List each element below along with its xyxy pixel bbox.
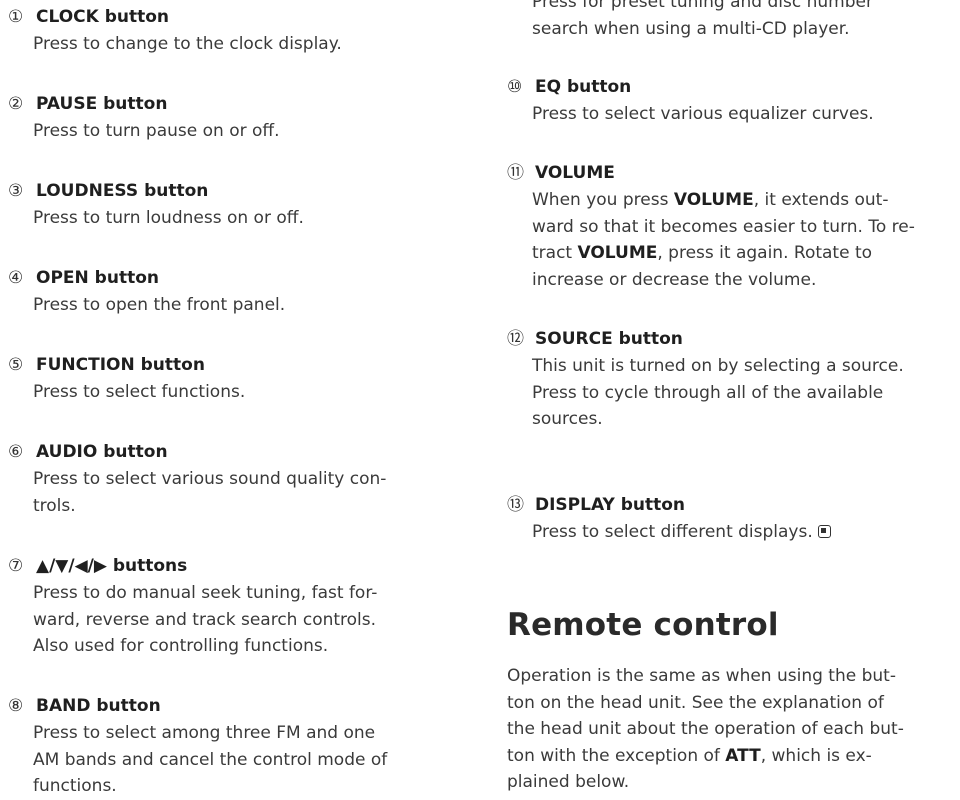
text-line: Press to do manual seek tuning, fast for…: [33, 583, 378, 603]
text-line: search when using a multi-CD player.: [532, 18, 850, 39]
control-entry: ④ OPEN button Press to open the front pane…: [8, 267, 448, 319]
entry-heading: ② PAUSE button: [8, 93, 448, 115]
control-entry: ⑥ AUDIO button Press to select various sou…: [8, 441, 448, 519]
entry-description: When you press VOLUME, it extends out-wa…: [532, 187, 957, 293]
text-line: plained below.: [507, 772, 630, 792]
text-line: ton with the exception of ATT, which is …: [507, 745, 872, 766]
text-line: ward, reverse and track search controls.: [33, 609, 377, 630]
entry-heading: ④ OPEN button: [8, 267, 448, 289]
end-of-section-icon: [817, 525, 831, 538]
text-line: Press to select different displays.: [532, 522, 813, 542]
entry-description: Press to turn pause on or off.: [33, 118, 448, 145]
entry-heading: ⑧ BAND button: [8, 695, 448, 717]
entry-title: LOUDNESS button: [36, 181, 209, 201]
section-heading: Remote control: [507, 607, 779, 643]
entry-title: SOURCE button: [535, 329, 683, 349]
control-entry: ⑧ BAND button Press to select among three …: [8, 695, 448, 800]
text-line: Press to select among three FM and one: [33, 723, 376, 743]
control-entry: ⑤ FUNCTION button Press to select function…: [8, 354, 448, 406]
entry-heading: ⑤ FUNCTION button: [8, 354, 448, 376]
entry-description: Press to select various equalizer curves…: [532, 101, 957, 128]
text-line: ton on the head unit. See the explanatio…: [507, 692, 884, 713]
text-line: AM bands and cancel the control mode of: [33, 749, 388, 770]
entry-number: ⑥: [8, 442, 24, 462]
control-entry: ⑩ EQ button Press to select various equali…: [507, 76, 957, 128]
control-entry: ⑫ SOURCE button This unit is turned on by …: [507, 328, 957, 433]
entry-title: EQ button: [535, 77, 632, 97]
entry-title: AUDIO button: [36, 442, 168, 462]
entry-heading: ⑬ DISPLAY button: [507, 494, 957, 516]
entry-description: This unit is turned on by selecting a so…: [532, 353, 957, 433]
entry-number: ⑧: [8, 696, 24, 716]
entry-heading: ① CLOCK button: [8, 6, 448, 28]
entry-number: ②: [8, 94, 24, 114]
control-entry: ⑪ VOLUME When you press VOLUME, it extends…: [507, 162, 957, 293]
entry-number: ⑦: [8, 556, 24, 576]
text-line: Also used for controlling functions.: [33, 636, 329, 656]
entry-title: VOLUME: [535, 163, 615, 183]
continued-description: Press for preset tuning and disc number s…: [532, 0, 960, 42]
entry-description: Press to open the front panel.: [33, 292, 448, 319]
entry-number: ⑪: [507, 163, 524, 183]
control-entry: ① CLOCK button Press to change to the cloc…: [8, 6, 448, 58]
text-line: functions.: [33, 776, 117, 796]
entry-description: Press to select various sound quality co…: [33, 466, 448, 519]
entry-title: OPEN button: [36, 268, 159, 288]
text-line: ward so that it becomes easier to turn. …: [532, 216, 915, 237]
text-line: Press to change to the clock display.: [33, 34, 342, 54]
bold-term: VOLUME: [673, 190, 754, 210]
text-line: Press to select various sound quality co…: [33, 469, 387, 489]
entry-heading: ⑪ VOLUME: [507, 162, 957, 184]
text-line: the head unit about the operation of eac…: [507, 719, 904, 739]
text-line: Press for preset tuning and disc number: [532, 0, 873, 12]
entry-heading: ⑩ EQ button: [507, 76, 957, 98]
entry-description: Press to select different displays.: [532, 519, 957, 546]
entry-number: ④: [8, 268, 24, 288]
entry-title: PAUSE button: [36, 94, 168, 114]
text-line: When you press VOLUME, it extends out-: [532, 190, 889, 210]
entry-description: Press to do manual seek tuning, fast for…: [33, 580, 448, 660]
text-line: sources.: [532, 409, 603, 429]
entry-number: ⑬: [507, 495, 524, 515]
text-line: Press to select various equalizer curves…: [532, 104, 874, 124]
bold-term: VOLUME: [577, 243, 658, 263]
entry-title: DISPLAY button: [535, 495, 686, 515]
text-line: Press to turn pause on or off.: [33, 121, 280, 141]
control-entry: ⑬ DISPLAY button Press to select different…: [507, 494, 957, 546]
entry-number: ⑩: [507, 77, 523, 97]
entry-heading: ⑥ AUDIO button: [8, 441, 448, 463]
entry-description: Press to select among three FM and one AM…: [33, 720, 448, 800]
entry-description: Press to select functions.: [33, 379, 448, 406]
control-entry: ② PAUSE button Press to turn pause on or o…: [8, 93, 448, 145]
text-line: tract VOLUME, press it again. Rotate to: [532, 243, 873, 263]
entry-number: ③: [8, 181, 24, 201]
text-line: Press to open the front panel.: [33, 295, 286, 315]
entry-heading: ⑦ ▲/▼/◀/▶ buttons: [8, 555, 448, 577]
text-line: increase or decrease the volume.: [532, 269, 817, 290]
text-line: Operation is the same as when using the …: [507, 666, 896, 686]
entry-number: ①: [8, 7, 24, 27]
bold-term: ATT: [725, 745, 761, 766]
text-line: Press to select functions.: [33, 382, 246, 402]
text-line: Press to turn loudness on or off.: [33, 208, 304, 228]
text-line: trols.: [33, 495, 76, 516]
entry-heading: ⑫ SOURCE button: [507, 328, 957, 350]
entry-number: ⑤: [8, 355, 24, 375]
entry-title: BAND button: [36, 696, 161, 716]
entry-title: CLOCK button: [36, 7, 170, 27]
control-entry: ⑦ ▲/▼/◀/▶ buttons Press to do manual seek …: [8, 555, 448, 660]
section-body: Operation is the same as when using the …: [507, 663, 957, 796]
entry-title: FUNCTION button: [36, 355, 205, 375]
text-line: This unit is turned on by selecting a so…: [532, 356, 904, 376]
entry-description: Press to change to the clock display.: [33, 31, 448, 58]
entry-title: ▲/▼/◀/▶ buttons: [36, 556, 188, 576]
control-entry: ③ LOUDNESS button Press to turn loudness o…: [8, 180, 448, 232]
text-line: Press to cycle through all of the availa…: [532, 382, 884, 403]
entry-description: Press to turn loudness on or off.: [33, 205, 448, 232]
entry-heading: ③ LOUDNESS button: [8, 180, 448, 202]
entry-number: ⑫: [507, 329, 524, 349]
